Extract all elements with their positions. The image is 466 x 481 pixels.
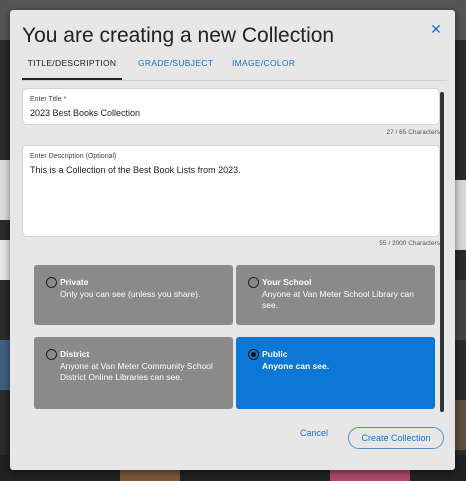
tab-grade-subject[interactable]: GRADE/SUBJECT [138, 56, 218, 78]
visibility-option-private[interactable]: Private Only you can see (unless you sha… [34, 265, 233, 325]
option-name: Your School [262, 277, 312, 287]
option-name: Public [262, 349, 288, 359]
visibility-option-your-school[interactable]: Your School Anyone at Van Meter School L… [236, 265, 435, 325]
radio-button[interactable] [46, 349, 57, 360]
visibility-option-public[interactable]: Public Anyone can see. [236, 337, 435, 409]
tab-title-description[interactable]: TITLE/DESCRIPTION [22, 56, 122, 80]
close-icon[interactable]: ✕ [427, 20, 445, 38]
tab-bar: TITLE/DESCRIPTION GRADE/SUBJECT IMAGE/CO… [22, 54, 447, 81]
radio-button[interactable] [46, 277, 57, 288]
description-character-counter: 55 / 2000 Characters [379, 240, 440, 247]
title-input[interactable]: 2023 Best Books Collection [30, 108, 140, 118]
description-field-label: Enter Description (Optional) [30, 153, 117, 160]
title-field[interactable]: Enter Title * 2023 Best Books Collection [22, 88, 440, 125]
scrollbar[interactable] [440, 92, 444, 412]
visibility-option-district[interactable]: District Anyone at Van Meter Community S… [34, 337, 233, 409]
radio-button-selected[interactable] [248, 349, 259, 360]
cancel-button[interactable]: Cancel [300, 428, 328, 438]
option-name: Private [60, 277, 89, 287]
background-book-cover [454, 400, 466, 450]
background-book-cover [454, 280, 466, 340]
background-book-cover [454, 180, 466, 250]
option-description: Anyone can see. [262, 361, 330, 371]
create-collection-dialog: You are creating a new Collection ✕ TITL… [10, 10, 455, 470]
form-scroll-area: Enter Title * 2023 Best Books Collection… [22, 88, 444, 418]
create-collection-button[interactable]: Create Collection [348, 427, 444, 449]
title-field-label: Enter Title * [30, 96, 67, 103]
title-character-counter: 27 / 65 Characters [386, 129, 440, 136]
description-input[interactable]: This is a Collection of the Best Book Li… [30, 165, 241, 175]
option-description: Anyone at Van Meter School Library can s… [262, 289, 414, 310]
radio-button[interactable] [248, 277, 259, 288]
option-description: Anyone at Van Meter Community School Dis… [60, 361, 213, 382]
description-field[interactable]: Enter Description (Optional) This is a C… [22, 145, 440, 237]
option-name: District [60, 349, 90, 359]
option-description: Only you can see (unless you share). [60, 289, 201, 299]
dialog-title: You are creating a new Collection [22, 24, 335, 47]
tab-image-color[interactable]: IMAGE/COLOR [232, 56, 312, 78]
